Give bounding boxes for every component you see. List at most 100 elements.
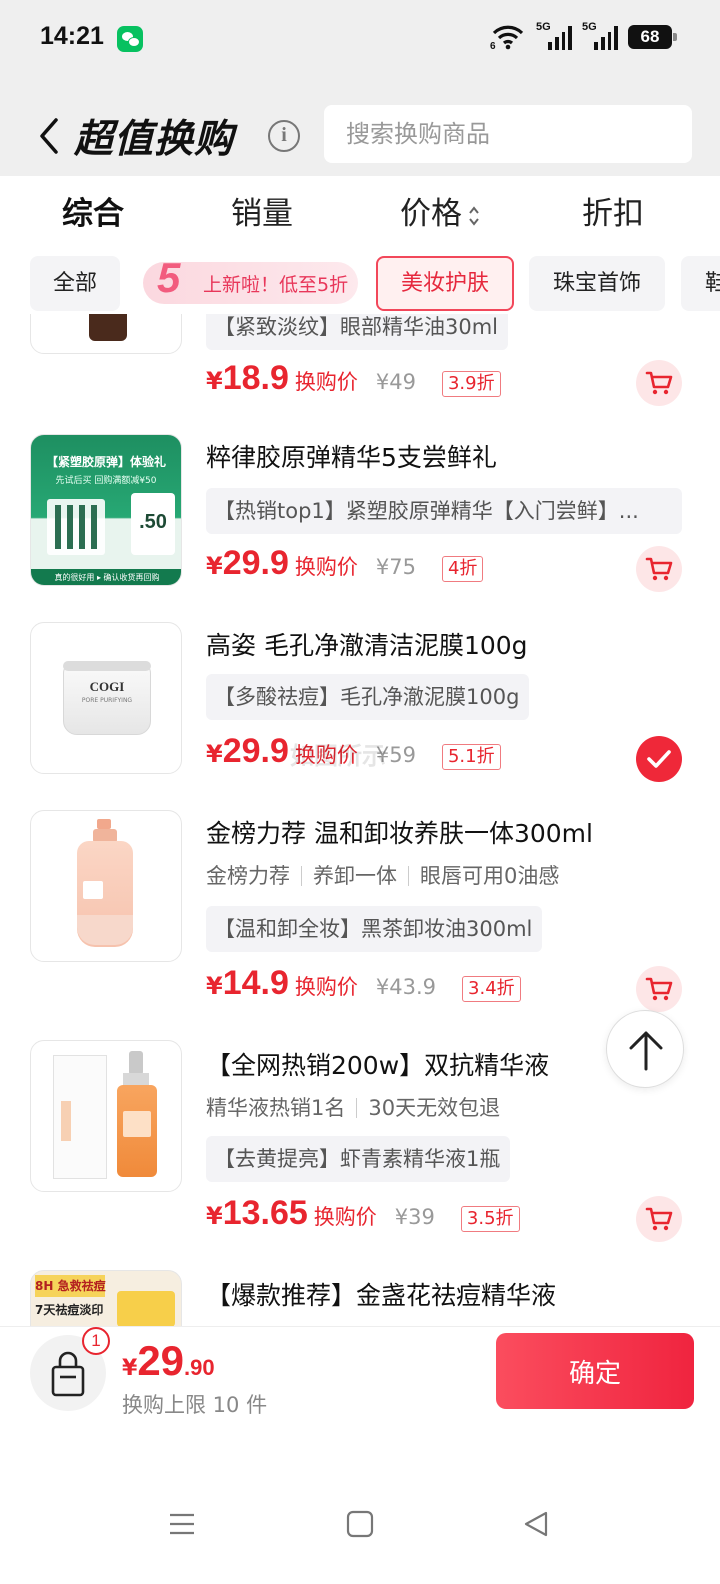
promo-number: 5 — [157, 254, 181, 301]
system-nav-bar — [0, 1426, 720, 1584]
signal-icon-2: 5G — [582, 21, 618, 50]
price-row: ¥ 13.65 换购价 ¥39 3.5折 — [206, 1194, 520, 1238]
thumb-text-1: 8H 急救祛痘 — [35, 1279, 106, 1293]
add-to-cart-button[interactable] — [636, 546, 682, 592]
discount-badge: 5.1折 — [441, 744, 501, 770]
product-thumbnail[interactable]: 8H 急救祛痘 7天祛痘淡印 — [30, 1270, 182, 1326]
currency: ¥ — [206, 740, 223, 768]
currency: ¥ — [206, 972, 223, 1000]
chip-jewelry[interactable]: 珠宝首饰 — [529, 256, 665, 311]
product-desc: 【去黄提亮】虾青素精华液1瓶 — [206, 1136, 511, 1182]
thumb-footer: 真的很好用 ▸ 确认收货再回购 — [31, 569, 181, 585]
category-chips: 全部 5 上新啦！低至5折 美妆护肤 珠宝首饰 鞋 — [0, 254, 720, 314]
thumb-badge: .50 — [131, 493, 175, 555]
status-bar: 14:21 6 5G 5G 68 — [0, 0, 720, 80]
price-label: 换购价 — [294, 555, 358, 579]
chip-all[interactable]: 全部 — [30, 256, 120, 311]
svg-text:6: 6 — [490, 41, 496, 50]
tab-comprehensive[interactable]: 综合 — [62, 188, 124, 233]
tag: 眼唇可用0油感 — [420, 864, 560, 888]
price-label: 换购价 — [294, 975, 358, 999]
add-to-cart-button[interactable] — [636, 966, 682, 1012]
currency: ¥ — [206, 552, 223, 580]
thumb-sub: 先试后买 回购满额减¥50 — [55, 476, 157, 486]
page-title: 超值换购 — [74, 117, 235, 162]
total-currency: ¥ — [122, 1356, 138, 1381]
header: 超值换购 i — [0, 96, 720, 176]
wifi-icon: 6 — [490, 24, 526, 52]
product-title[interactable]: 高姿 毛孔净澈清洁泥膜100g — [206, 626, 528, 662]
chip-shoes[interactable]: 鞋 — [681, 256, 720, 311]
confirm-button[interactable]: 确定 — [496, 1333, 694, 1409]
discount-badge: 3.4折 — [462, 976, 521, 1002]
cart-icon — [645, 977, 673, 1001]
original-price: ¥75 — [375, 555, 416, 579]
back-arrow-icon[interactable] — [34, 116, 64, 156]
chip-beauty[interactable]: 美妆护肤 — [376, 256, 514, 311]
currency: ¥ — [206, 1202, 223, 1230]
chip-promo[interactable]: 5 上新啦！低至5折 — [143, 254, 358, 304]
tag: 精华液热销1名 — [206, 1096, 346, 1120]
discount-badge: 4折 — [441, 556, 484, 582]
selected-check-button[interactable] — [636, 736, 682, 782]
original-price: ¥49 — [375, 370, 416, 394]
product-thumbnail[interactable] — [30, 314, 182, 354]
product-tags: 精华液热销1名 30天无效包退 — [206, 1092, 500, 1122]
product-thumbnail[interactable]: 【紧塑胶原弹】体验礼 先试后买 回购满额减¥50 .50 真的很好用 ▸ 确认收… — [30, 434, 182, 586]
product-title[interactable]: 金榜力荐 温和卸妆养肤一体300ml — [206, 814, 593, 850]
price-row: ¥ 29.9 换购价 ¥75 4折 — [206, 544, 484, 588]
product-list[interactable]: 【紧致淡纹】眼部精华油30ml ¥ 18.9 换购价 ¥49 3.9折 【紧塑胶… — [0, 314, 720, 1326]
exchange-price: 14.9 — [222, 964, 289, 1002]
exchange-price: 29.9 — [222, 544, 289, 582]
back-to-top-button[interactable] — [606, 1010, 684, 1088]
check-icon — [647, 750, 671, 768]
product-thumbnail[interactable]: COGI PORE PURIFYING — [30, 622, 182, 774]
add-to-cart-button[interactable] — [636, 360, 682, 406]
signal-2-label: 5G — [582, 21, 597, 33]
back-triangle-icon[interactable] — [522, 1510, 550, 1542]
product-thumbnail[interactable] — [30, 810, 182, 962]
product-desc: 【热销top1】紧塑胶原弹精华【入门尝鲜】... — [206, 488, 682, 534]
original-price: ¥39 — [394, 1205, 435, 1229]
exchange-price: 29.9 — [222, 732, 289, 770]
thumb-sub: PORE PURIFYING — [81, 697, 133, 704]
original-price: ¥43.9 — [375, 975, 437, 999]
discount-badge: 3.5折 — [460, 1206, 520, 1232]
sort-bar: 综合 销量 价格 折扣 — [0, 176, 720, 246]
bottom-bar: 1 ¥ 29 .90 换购上限 10 件 确定 — [0, 1326, 720, 1426]
exchange-price: 13.65 — [222, 1194, 308, 1232]
product-title[interactable]: 粹律胶原弹精华5支尝鲜礼 — [206, 438, 497, 474]
search-input[interactable] — [346, 117, 676, 151]
tab-sales[interactable]: 销量 — [231, 188, 293, 233]
exchange-limit-text: 换购上限 10 件 — [122, 1393, 268, 1417]
total-price: ¥ 29 .90 — [122, 1337, 215, 1385]
product-thumbnail[interactable] — [30, 1040, 182, 1192]
product-desc: 【温和卸全妆】黑茶卸妆油300ml — [206, 906, 543, 952]
search-box[interactable] — [324, 105, 692, 163]
product-title[interactable]: 【爆款推荐】金盏花祛痘精华液 — [206, 1276, 556, 1312]
product-desc: 【多酸祛痘】毛孔净澈泥膜100g — [206, 674, 530, 720]
currency: ¥ — [206, 367, 223, 395]
menu-icon[interactable] — [168, 1510, 196, 1542]
cart-icon — [645, 371, 673, 395]
status-time: 14:21 — [40, 22, 104, 50]
info-icon[interactable]: i — [268, 120, 300, 152]
price-row: ¥ 14.9 换购价 ¥43.9 3.4折 — [206, 964, 521, 1008]
tab-price[interactable]: 价格 — [400, 188, 480, 233]
total-integer: 29 — [137, 1337, 185, 1384]
product-desc: 【紧致淡纹】眼部精华油30ml — [206, 314, 509, 350]
sort-arrows-icon — [468, 205, 480, 227]
system-icons: 6 5G 5G 68 — [490, 21, 677, 52]
thumb-text: 【紧塑胶原弹】体验礼 — [45, 455, 166, 469]
home-icon[interactable] — [346, 1510, 374, 1542]
product-title[interactable]: 【全网热销200w】双抗精华液 — [206, 1046, 549, 1082]
tab-price-label: 价格 — [400, 196, 462, 232]
total-decimal: .90 — [184, 1355, 215, 1380]
product-tags: 金榜力荐 养卸一体 眼唇可用0油感 — [206, 860, 559, 890]
watermark: 如图所示 — [290, 742, 386, 770]
add-to-cart-button[interactable] — [636, 1196, 682, 1242]
signal-1-label: 5G — [536, 21, 551, 33]
battery-level: 68 — [640, 27, 660, 46]
price-label: 换购价 — [294, 370, 358, 394]
tab-discount[interactable]: 折扣 — [582, 188, 644, 233]
